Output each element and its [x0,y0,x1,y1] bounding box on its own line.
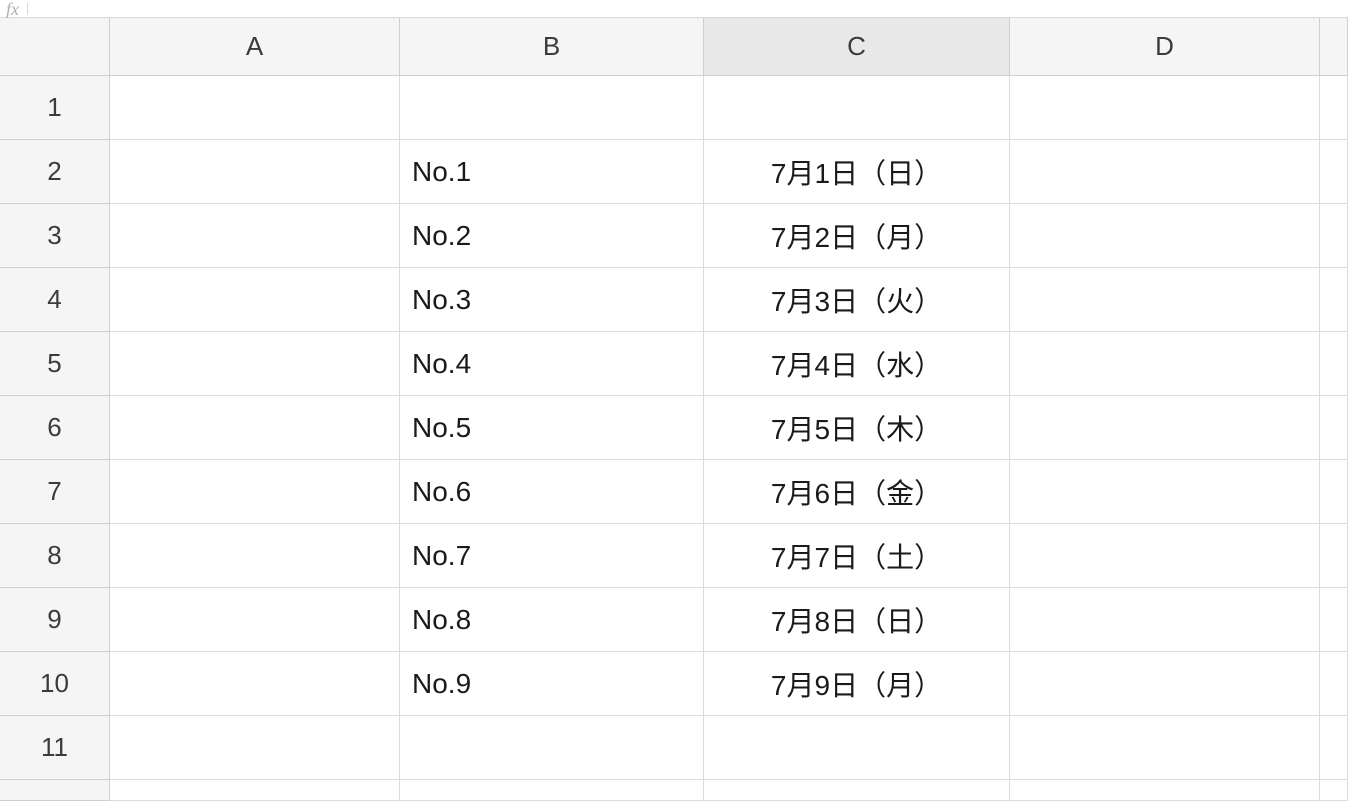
cell-C7[interactable]: 7月6日（金） [704,460,1010,524]
cell-partial-bottom-A[interactable] [110,780,400,801]
cell-C2[interactable]: 7月1日（日） [704,140,1010,204]
row-header-partial[interactable] [0,780,110,801]
row-header-5[interactable]: 5 [0,332,110,396]
cell-partial-6[interactable] [1320,396,1348,460]
cell-C11[interactable] [704,716,1010,780]
cell-B5[interactable]: No.4 [400,332,704,396]
cell-A2[interactable] [110,140,400,204]
cell-partial-1[interactable] [1320,76,1348,140]
cell-D7[interactable] [1010,460,1320,524]
cell-partial-3[interactable] [1320,204,1348,268]
row-header-11[interactable]: 11 [0,716,110,780]
cell-C10[interactable]: 7月9日（月） [704,652,1010,716]
cell-partial-10[interactable] [1320,652,1348,716]
cell-B2[interactable]: No.1 [400,140,704,204]
row-header-10[interactable]: 10 [0,652,110,716]
cell-D9[interactable] [1010,588,1320,652]
spreadsheet-grid[interactable]: ABCD 12 No.17月1日（日） 3 No.27月2日（月） 4 No.37月3日（火… [0,18,1348,801]
cell-B1[interactable] [400,76,704,140]
cell-partial-bottom-C[interactable] [704,780,1010,801]
cell-B4[interactable]: No.3 [400,268,704,332]
formula-bar[interactable]: fx [0,0,1348,18]
row-header-2[interactable]: 2 [0,140,110,204]
cell-C6[interactable]: 7月5日（木） [704,396,1010,460]
column-header-A[interactable]: A [110,18,400,76]
cell-D3[interactable] [1010,204,1320,268]
cell-partial-11[interactable] [1320,716,1348,780]
cell-B3[interactable]: No.2 [400,204,704,268]
column-header-partial[interactable] [1320,18,1348,76]
cell-C9[interactable]: 7月8日（日） [704,588,1010,652]
column-header-C[interactable]: C [704,18,1010,76]
column-header-D[interactable]: D [1010,18,1320,76]
cell-partial-5[interactable] [1320,332,1348,396]
cell-D6[interactable] [1010,396,1320,460]
cell-partial-8[interactable] [1320,524,1348,588]
cell-C8[interactable]: 7月7日（土） [704,524,1010,588]
fx-label: fx [6,3,28,15]
cell-partial-2[interactable] [1320,140,1348,204]
cell-partial-bottom-D[interactable] [1010,780,1320,801]
cell-partial-4[interactable] [1320,268,1348,332]
row-header-8[interactable]: 8 [0,524,110,588]
cell-A10[interactable] [110,652,400,716]
row-header-7[interactable]: 7 [0,460,110,524]
cell-B6[interactable]: No.5 [400,396,704,460]
cell-B11[interactable] [400,716,704,780]
row-header-4[interactable]: 4 [0,268,110,332]
cell-B8[interactable]: No.7 [400,524,704,588]
cell-A6[interactable] [110,396,400,460]
cell-D2[interactable] [1010,140,1320,204]
row-header-1[interactable]: 1 [0,76,110,140]
cell-partial-7[interactable] [1320,460,1348,524]
cell-A11[interactable] [110,716,400,780]
cell-C5[interactable]: 7月4日（水） [704,332,1010,396]
cell-partial-bottom-B[interactable] [400,780,704,801]
row-header-9[interactable]: 9 [0,588,110,652]
cell-A3[interactable] [110,204,400,268]
cell-A8[interactable] [110,524,400,588]
cell-A5[interactable] [110,332,400,396]
cell-B10[interactable]: No.9 [400,652,704,716]
cell-A7[interactable] [110,460,400,524]
cell-A1[interactable] [110,76,400,140]
cell-D1[interactable] [1010,76,1320,140]
cell-C4[interactable]: 7月3日（火） [704,268,1010,332]
cell-D11[interactable] [1010,716,1320,780]
row-header-3[interactable]: 3 [0,204,110,268]
cell-A9[interactable] [110,588,400,652]
column-header-B[interactable]: B [400,18,704,76]
row-header-6[interactable]: 6 [0,396,110,460]
cell-partial-bottom-right[interactable] [1320,780,1348,801]
cell-D5[interactable] [1010,332,1320,396]
cell-D4[interactable] [1010,268,1320,332]
cell-A4[interactable] [110,268,400,332]
cell-C1[interactable] [704,76,1010,140]
corner-cell[interactable] [0,18,110,76]
cell-C3[interactable]: 7月2日（月） [704,204,1010,268]
cell-D8[interactable] [1010,524,1320,588]
cell-partial-9[interactable] [1320,588,1348,652]
cell-B7[interactable]: No.6 [400,460,704,524]
cell-B9[interactable]: No.8 [400,588,704,652]
cell-D10[interactable] [1010,652,1320,716]
